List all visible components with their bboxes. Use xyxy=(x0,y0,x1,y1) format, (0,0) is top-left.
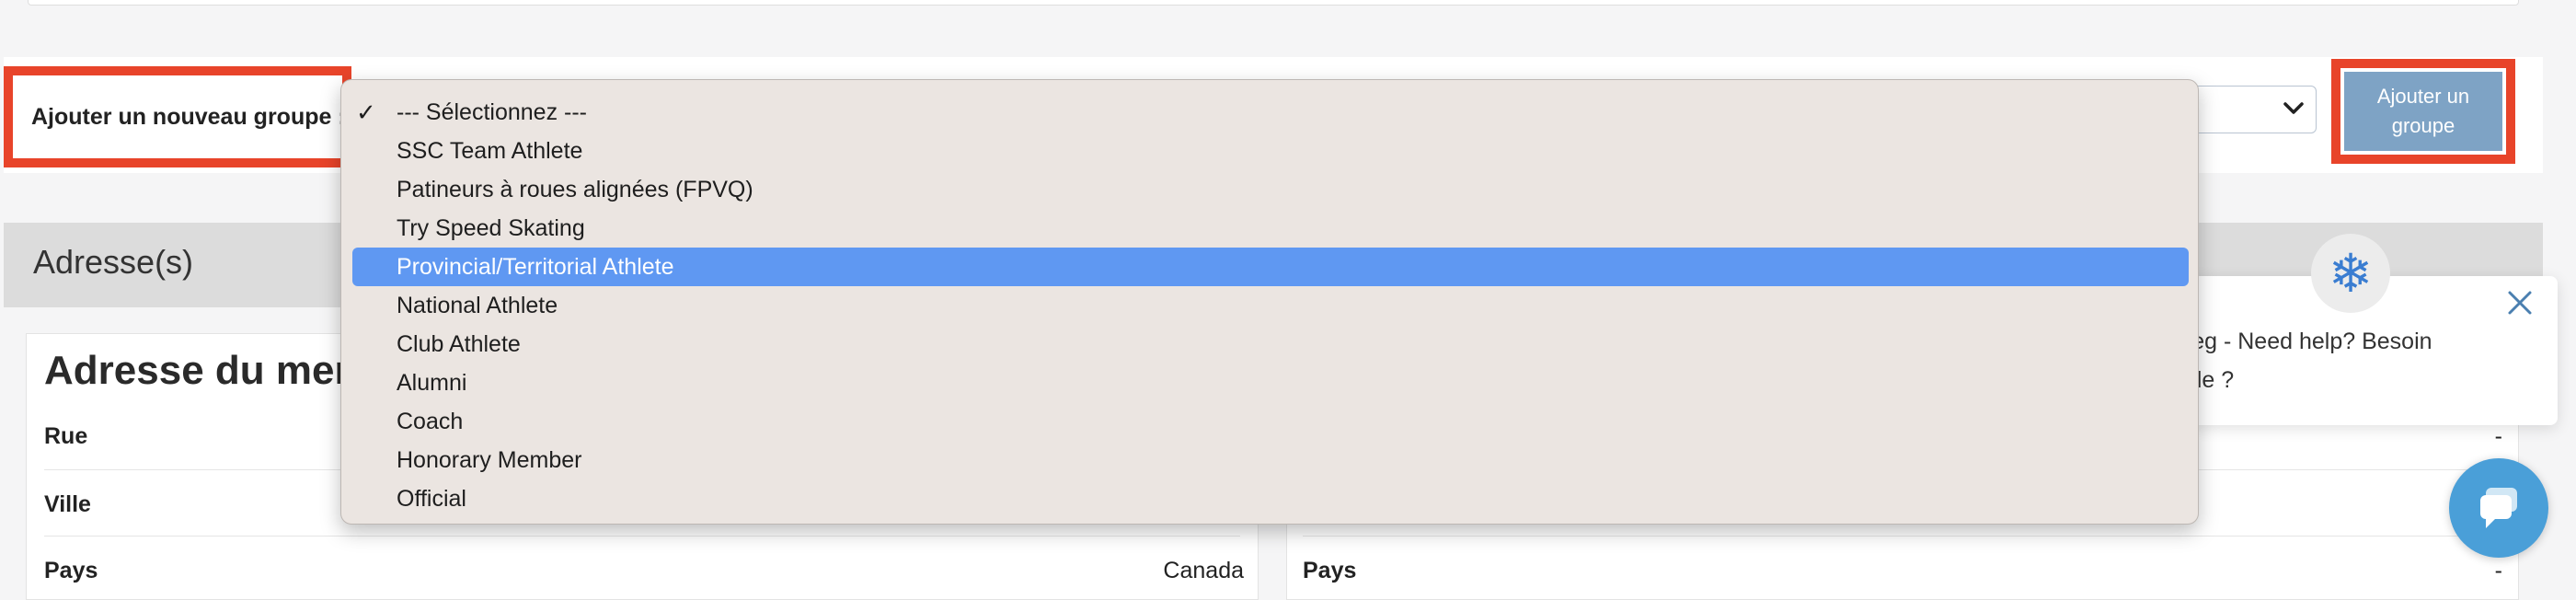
row-divider xyxy=(1303,536,2504,537)
group-dropdown-list[interactable]: ✓ --- Sélectionnez --- SSC Team Athlete P… xyxy=(340,79,2199,525)
dropdown-option[interactable]: Honorary Member xyxy=(352,441,2189,479)
chat-bubble-icon[interactable] xyxy=(2449,458,2548,558)
member-address-title: Adresse du mer xyxy=(44,348,351,393)
right-country-value: - xyxy=(2494,558,2502,583)
country-label: Pays xyxy=(44,558,98,583)
add-group-button[interactable]: Ajouter un groupe xyxy=(2344,72,2502,151)
previous-card xyxy=(28,0,2519,6)
dropdown-option[interactable]: National Athlete xyxy=(352,286,2189,325)
city-label: Ville xyxy=(44,491,91,517)
add-group-button-highlight: Ajouter un groupe xyxy=(2331,59,2515,164)
dropdown-option[interactable]: Coach xyxy=(352,402,2189,441)
snowflake-icon: ❄ xyxy=(2311,234,2390,313)
dropdown-option[interactable]: Patineurs à roues alignées (FPVQ) xyxy=(352,170,2189,209)
close-icon[interactable] xyxy=(2504,287,2536,318)
help-popup-text[interactable]: ereg - Need help? Besoin aide ? xyxy=(2171,322,2475,399)
checkmark-icon: ✓ xyxy=(356,98,376,126)
row-divider xyxy=(44,536,1240,537)
address-section-title: Adresse(s) xyxy=(33,243,194,281)
right-street-value: - xyxy=(2494,423,2502,449)
dropdown-option[interactable]: Club Athlete xyxy=(352,325,2189,363)
add-group-label-highlight: Ajouter un nouveau groupe : xyxy=(4,66,351,167)
street-label: Rue xyxy=(44,423,88,449)
dropdown-option[interactable]: Alumni xyxy=(352,363,2189,402)
add-group-label: Ajouter un nouveau groupe : xyxy=(31,103,346,130)
dropdown-option[interactable]: Official xyxy=(352,479,2189,518)
dropdown-option-highlighted[interactable]: Provincial/Territorial Athlete xyxy=(352,248,2189,286)
country-value: Canada xyxy=(1163,558,1244,583)
dropdown-option[interactable]: SSC Team Athlete xyxy=(352,132,2189,170)
chevron-down-icon[interactable] xyxy=(2280,95,2307,122)
right-country-label: Pays xyxy=(1303,558,1357,583)
dropdown-option[interactable]: ✓ --- Sélectionnez --- xyxy=(352,93,2189,132)
dropdown-option[interactable]: Try Speed Skating xyxy=(352,209,2189,248)
